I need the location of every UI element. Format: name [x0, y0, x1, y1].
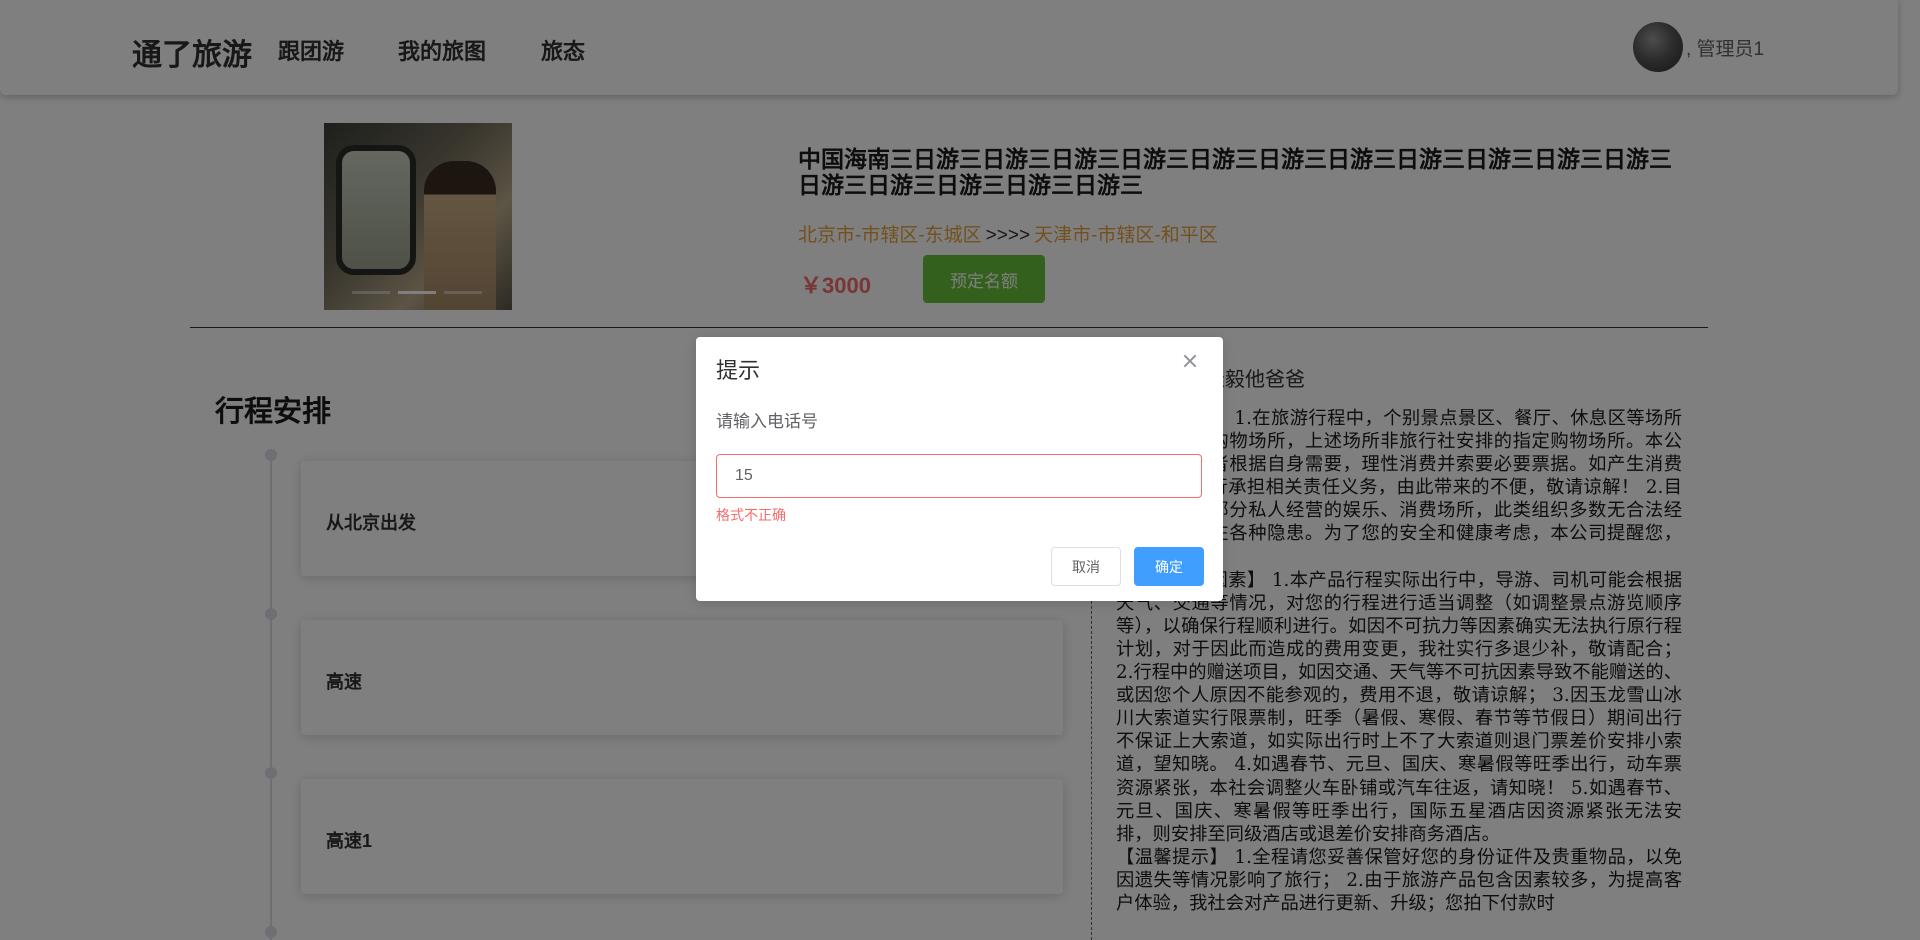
input-error-message: 格式不正确 [716, 507, 786, 523]
close-icon[interactable] [1182, 353, 1198, 369]
phone-input[interactable] [716, 454, 1202, 498]
cancel-button[interactable]: 取消 [1051, 547, 1121, 586]
confirm-button[interactable]: 确定 [1134, 547, 1204, 586]
dialog-title: 提示 [716, 358, 761, 383]
prompt-dialog: 提示 请输入电话号 格式不正确 取消 确定 [696, 337, 1223, 601]
dialog-message: 请输入电话号 [716, 412, 818, 431]
